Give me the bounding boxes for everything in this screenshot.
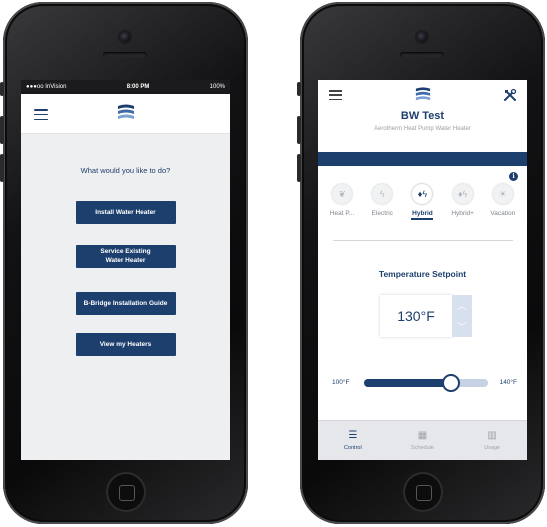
setpoint-title: Temperature Setpoint bbox=[378, 269, 467, 279]
tab-control[interactable]: ☰ Control bbox=[323, 430, 383, 451]
mute-switch bbox=[0, 82, 4, 96]
device-header: BW Test Aerotherm Heat Pump Water Heater bbox=[318, 80, 527, 152]
chevron-up-icon[interactable]: ︿ bbox=[452, 295, 472, 316]
volume-up-button bbox=[0, 116, 4, 144]
temperature-slider-row: 100°F 140°F bbox=[318, 373, 527, 393]
home-button[interactable] bbox=[106, 472, 146, 512]
status-time: 8:00 PM bbox=[126, 84, 150, 90]
sun-icon: ☀ bbox=[492, 184, 513, 204]
temperature-slider[interactable] bbox=[364, 374, 488, 392]
mode-label: Vacation bbox=[490, 210, 516, 217]
tools-icon[interactable] bbox=[503, 88, 517, 102]
flame-bolt-icon: ♦ϟ bbox=[412, 184, 433, 204]
bottom-tab-bar: ☰ Control ▦ Schedule ▥ Usage bbox=[318, 420, 527, 460]
earpiece-speaker bbox=[103, 52, 147, 58]
home-button[interactable] bbox=[403, 472, 443, 512]
device-subtitle: Aerotherm Heat Pump Water Heater bbox=[374, 126, 471, 132]
info-icon[interactable]: i bbox=[509, 172, 518, 181]
phones-stage: ●●●oo InVision 8:00 PM 100% What would y… bbox=[0, 0, 547, 527]
view-my-heaters-button[interactable]: View my Heaters bbox=[75, 333, 176, 356]
front-camera bbox=[120, 32, 130, 42]
right-screen: BW Test Aerotherm Heat Pump Water Heater… bbox=[318, 80, 527, 460]
device-title: BW Test bbox=[400, 110, 445, 122]
earpiece-speaker bbox=[400, 52, 444, 58]
tab-usage[interactable]: ▥ Usage bbox=[462, 430, 522, 451]
setpoint-value: 130°F bbox=[380, 295, 452, 337]
volume-up-button bbox=[297, 116, 301, 144]
status-bar: ●●●oo InVision 8:00 PM 100% bbox=[21, 80, 230, 94]
temperature-stepper: ︿ ﹀ bbox=[452, 295, 472, 337]
slider-min-label: 100°F bbox=[332, 379, 350, 386]
slider-thumb[interactable] bbox=[441, 374, 460, 392]
tab-label: Control bbox=[343, 445, 362, 451]
flame-bolt-plus-icon: ♦ϟ bbox=[452, 184, 473, 204]
install-water-heater-button[interactable]: Install Water Heater bbox=[75, 201, 176, 224]
bar-chart-icon: ▥ bbox=[487, 430, 497, 441]
volume-down-button bbox=[297, 154, 301, 182]
left-phone: ●●●oo InVision 8:00 PM 100% What would y… bbox=[0, 2, 248, 524]
leaf-icon: ❦ bbox=[332, 184, 353, 204]
tab-schedule[interactable]: ▦ Schedule bbox=[392, 430, 452, 451]
carrier-label: ●●●oo InVision bbox=[26, 84, 67, 90]
sliders-icon: ☰ bbox=[348, 430, 358, 441]
menu-icon[interactable] bbox=[34, 109, 48, 120]
slider-fill bbox=[364, 379, 451, 387]
chevron-down-icon[interactable]: ﹀ bbox=[452, 316, 472, 337]
mode-label: Heat P... bbox=[329, 210, 355, 217]
bbridge-installation-guide-button[interactable]: B-Bridge Installation Guide bbox=[75, 292, 176, 315]
front-camera bbox=[417, 32, 427, 42]
mode-vacation[interactable]: ☀ Vacation bbox=[483, 184, 523, 234]
service-existing-water-heater-button[interactable]: Service Existing Water Heater bbox=[75, 245, 176, 268]
mode-label: Hybrid+ bbox=[451, 210, 474, 217]
mode-selector: ❦ Heat P... ϟ Electric ♦ϟ Hybrid ♦ϟ Hybr… bbox=[318, 184, 527, 234]
mute-switch bbox=[297, 82, 301, 96]
battery-label: 100% bbox=[209, 84, 225, 90]
mode-heat-pump[interactable]: ❦ Heat P... bbox=[322, 184, 362, 234]
mode-hybrid-plus[interactable]: ♦ϟ Hybrid+ bbox=[443, 184, 483, 234]
header-accent-bar bbox=[318, 152, 527, 166]
brand-logo-icon bbox=[415, 87, 430, 101]
mode-hybrid[interactable]: ♦ϟ Hybrid bbox=[402, 184, 442, 234]
mode-label: Electric bbox=[371, 210, 393, 217]
volume-down-button bbox=[0, 154, 4, 182]
brand-logo-icon bbox=[117, 104, 134, 119]
tab-label: Usage bbox=[484, 445, 501, 451]
calendar-icon: ▦ bbox=[417, 430, 428, 441]
mode-label: Hybrid bbox=[412, 210, 433, 217]
left-screen: ●●●oo InVision 8:00 PM 100% What would y… bbox=[21, 80, 230, 460]
question-prompt: What would you like to do? bbox=[80, 166, 171, 175]
tab-label: Schedule bbox=[411, 445, 434, 451]
slider-max-label: 140°F bbox=[499, 379, 517, 386]
right-phone: BW Test Aerotherm Heat Pump Water Heater… bbox=[297, 2, 545, 524]
active-mode-indicator bbox=[411, 218, 434, 220]
divider bbox=[333, 240, 513, 241]
app-header bbox=[21, 94, 230, 134]
bolt-icon: ϟ bbox=[372, 184, 393, 204]
mode-electric[interactable]: ϟ Electric bbox=[362, 184, 402, 234]
menu-icon[interactable] bbox=[329, 90, 342, 100]
